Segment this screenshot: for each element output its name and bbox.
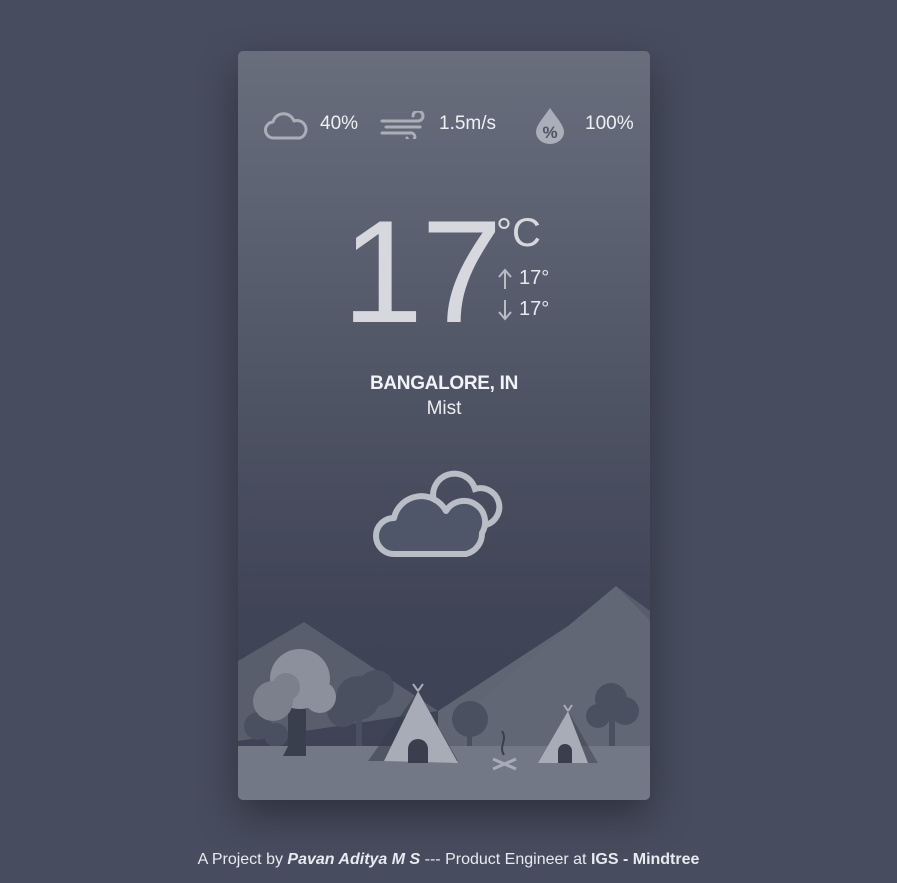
temperature-unit: °C <box>496 211 541 255</box>
arrow-up-icon <box>498 268 512 289</box>
low-temperature: 17° <box>519 298 550 320</box>
weather-card: 40% 1.5m/s % 100% 17 °C 17° 17° BANGALOR… <box>238 51 650 800</box>
cloudiness-value: 40% <box>320 113 359 134</box>
wind-icon <box>380 111 425 139</box>
clouds-icon <box>373 470 503 557</box>
footer-author: Pavan Aditya M S <box>287 851 421 868</box>
weather-condition: Mist <box>426 398 462 419</box>
city-name: BANGALORE, IN <box>369 373 519 394</box>
moon-icon <box>457 594 497 637</box>
humidity-value: 100% <box>585 113 634 134</box>
wind-speed-value: 1.5m/s <box>439 113 497 134</box>
humidity-drop-icon: % <box>536 108 564 144</box>
svg-text:%: % <box>542 123 557 142</box>
weather-stats-bar: 40% 1.5m/s % 100% <box>238 51 650 201</box>
arrow-down-icon <box>498 300 512 321</box>
footer-prefix: A Project by <box>197 851 288 868</box>
current-temperature: 17 <box>342 190 502 353</box>
footer-credit: A Project by Pavan Aditya M S --- Produc… <box>0 851 897 869</box>
footer-middle: --- Product Engineer at <box>420 851 591 868</box>
footer-company: IGS - Mindtree <box>590 851 700 868</box>
cloud-icon <box>264 112 308 140</box>
high-temperature: 17° <box>519 267 550 289</box>
